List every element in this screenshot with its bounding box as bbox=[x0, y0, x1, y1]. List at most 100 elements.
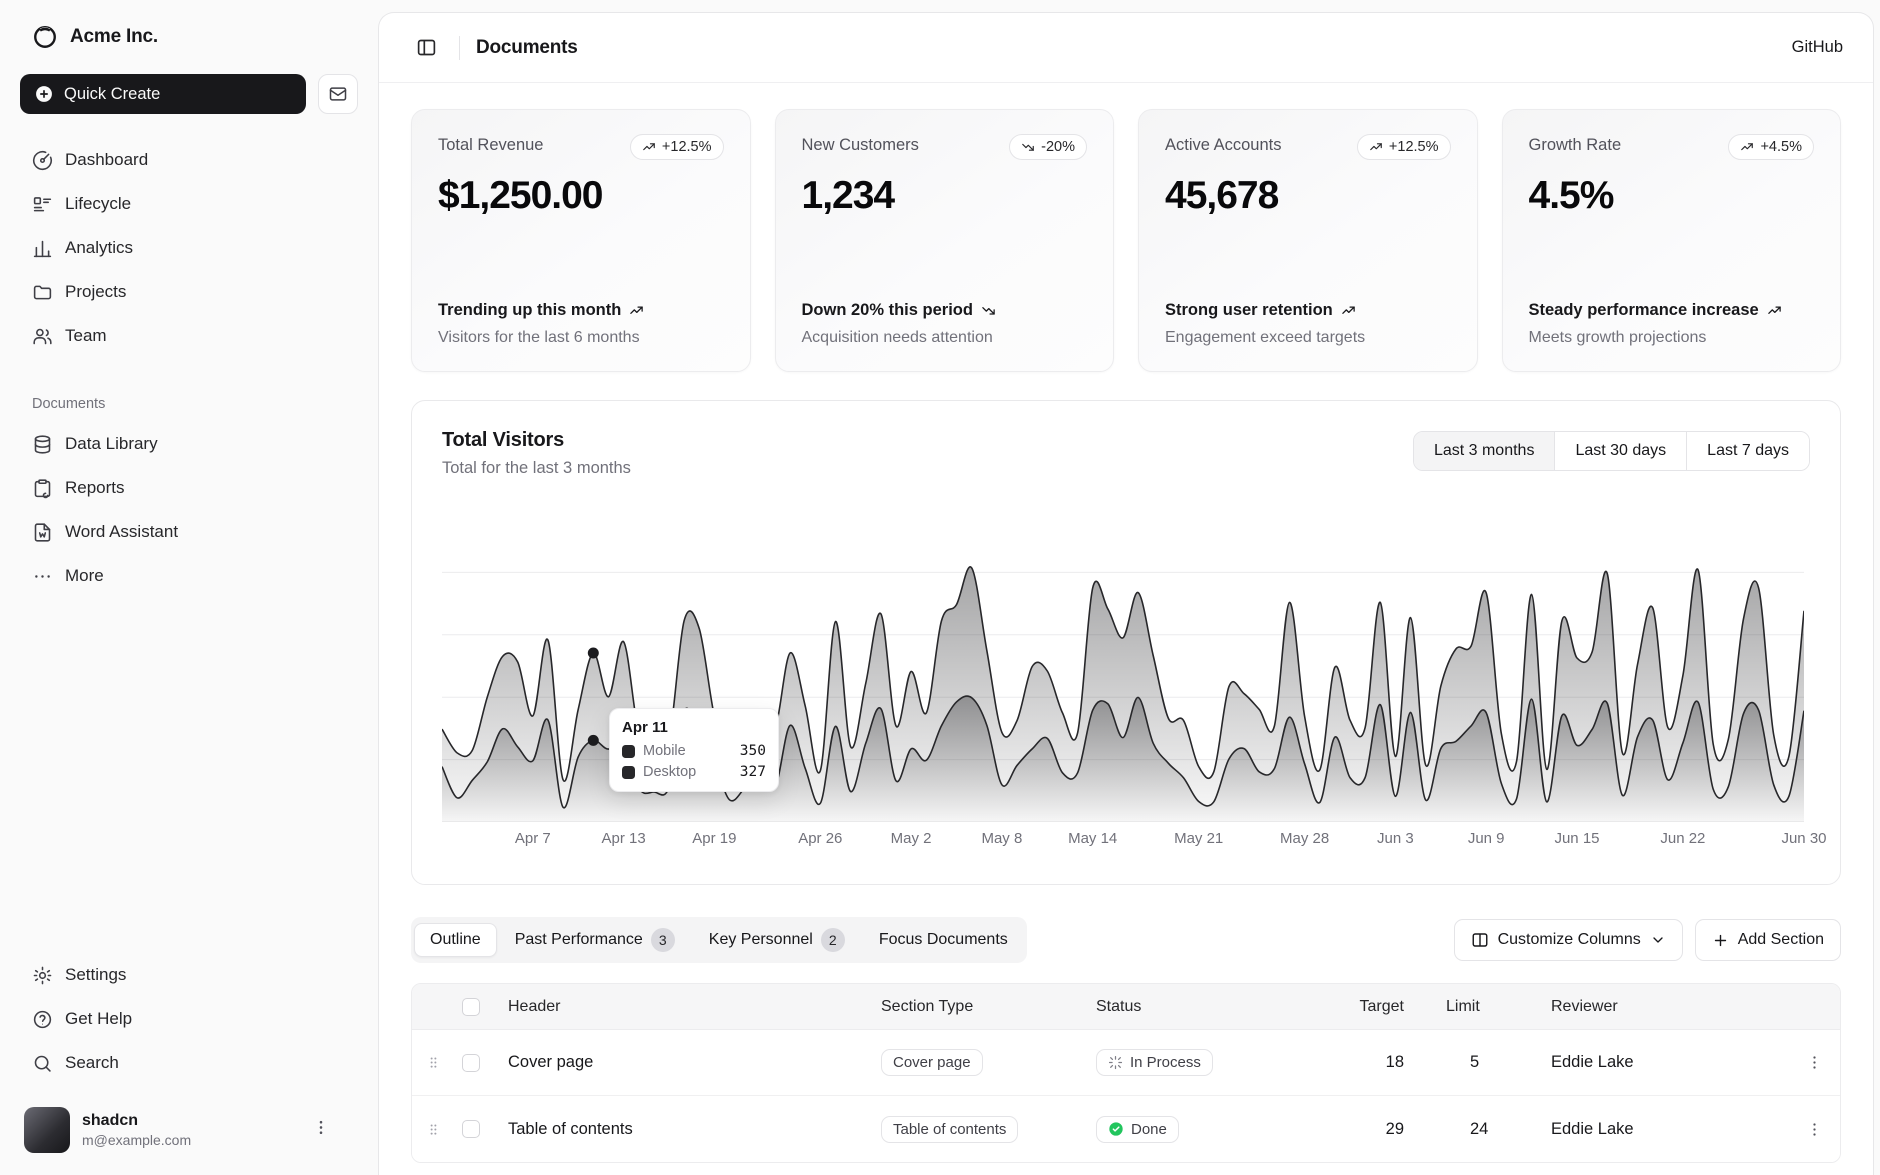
row-reviewer[interactable]: Eddie Lake bbox=[1543, 1053, 1788, 1072]
github-link[interactable]: GitHub bbox=[1792, 38, 1843, 57]
row-target[interactable]: 18 bbox=[1323, 1053, 1438, 1072]
columns-icon bbox=[1471, 931, 1489, 949]
row-checkbox[interactable] bbox=[462, 1054, 480, 1072]
sidebar-item-word-assistant[interactable]: Word Assistant bbox=[20, 510, 358, 554]
search-icon bbox=[32, 1053, 53, 1074]
database-icon bbox=[32, 434, 53, 455]
more-vertical-icon[interactable] bbox=[312, 1118, 330, 1136]
tooltip-row: Mobile 350 bbox=[622, 743, 766, 759]
range-last-7-days[interactable]: Last 7 days bbox=[1686, 432, 1809, 470]
row-limit[interactable]: 5 bbox=[1438, 1053, 1543, 1072]
trend-up-icon bbox=[642, 140, 656, 154]
range-last-3-months[interactable]: Last 3 months bbox=[1414, 432, 1555, 470]
customize-columns-button[interactable]: Customize Columns bbox=[1454, 919, 1683, 961]
card-value: 4.5% bbox=[1529, 174, 1815, 218]
sidebar-item-lifecycle[interactable]: Lifecycle bbox=[20, 182, 358, 226]
drag-handle-icon[interactable] bbox=[420, 1122, 446, 1137]
tab-key-personnel[interactable]: Key Personnel2 bbox=[693, 920, 861, 960]
table-row[interactable]: Cover page Cover page In Process 18 5 Ed… bbox=[412, 1030, 1840, 1096]
card-description: Meets growth projections bbox=[1529, 329, 1815, 347]
row-menu-icon[interactable] bbox=[1796, 1121, 1832, 1138]
drag-handle-icon[interactable] bbox=[420, 1055, 446, 1070]
lifecycle-icon bbox=[32, 194, 53, 215]
sidebar-item-team[interactable]: Team bbox=[20, 314, 358, 358]
card-description: Acquisition needs attention bbox=[802, 329, 1088, 347]
row-reviewer[interactable]: Eddie Lake bbox=[1543, 1120, 1788, 1139]
sidebar-item-label: Lifecycle bbox=[65, 194, 131, 214]
x-tick-label: Jun 9 bbox=[1451, 830, 1521, 847]
row-header[interactable]: Cover page bbox=[500, 1053, 873, 1072]
card-label: New Customers bbox=[802, 134, 919, 155]
sidebar-item-get-help[interactable]: Get Help bbox=[20, 997, 358, 1041]
row-header[interactable]: Table of contents bbox=[500, 1120, 873, 1139]
sidebar-item-reports[interactable]: Reports bbox=[20, 466, 358, 510]
sidebar-item-settings[interactable]: Settings bbox=[20, 953, 358, 997]
x-tick-label: Jun 15 bbox=[1542, 830, 1612, 847]
sidebar-nav-documents: Data Library Reports Word Assistant More bbox=[20, 422, 358, 598]
brand[interactable]: Acme Inc. bbox=[20, 20, 358, 50]
tooltip-date: Apr 11 bbox=[622, 719, 766, 736]
quick-create-button[interactable]: Quick Create bbox=[20, 74, 306, 114]
range-toggle-group: Last 3 monthsLast 30 daysLast 7 days bbox=[1413, 431, 1810, 471]
document-tabs: Outline Past Performance3 Key Personnel2… bbox=[411, 917, 1027, 963]
sidebar-item-analytics[interactable]: Analytics bbox=[20, 226, 358, 270]
range-last-30-days[interactable]: Last 30 days bbox=[1554, 432, 1686, 470]
topbar: Documents GitHub bbox=[379, 13, 1873, 83]
panel-left-icon bbox=[416, 37, 437, 58]
sidebar-item-more[interactable]: More bbox=[20, 554, 358, 598]
sections-table: Header Section Type Status Target Limit … bbox=[411, 983, 1841, 1163]
tab-outline[interactable]: Outline bbox=[414, 923, 497, 957]
series-value: 350 bbox=[740, 743, 766, 759]
sidebar-item-dashboard[interactable]: Dashboard bbox=[20, 138, 358, 182]
tab-past-performance[interactable]: Past Performance3 bbox=[499, 920, 691, 960]
table-row[interactable]: Table of contents Table of contents Done… bbox=[412, 1096, 1840, 1162]
chart-tooltip: Apr 11 Mobile 350 Desktop 327 bbox=[609, 708, 779, 792]
trend-up-icon bbox=[1369, 140, 1383, 154]
card-value: $1,250.00 bbox=[438, 174, 724, 218]
mail-icon bbox=[328, 84, 348, 104]
card-footnote: Steady performance increase bbox=[1529, 300, 1815, 321]
user-menu-row[interactable]: shadcn m@example.com bbox=[20, 1099, 358, 1153]
x-tick-label: Apr 19 bbox=[679, 830, 749, 847]
card-value: 1,234 bbox=[802, 174, 1088, 218]
customize-columns-label: Customize Columns bbox=[1498, 931, 1641, 949]
series-value: 327 bbox=[740, 764, 766, 780]
sidebar-item-label: Dashboard bbox=[65, 150, 148, 170]
sidebar-item-data-library[interactable]: Data Library bbox=[20, 422, 358, 466]
inbox-button[interactable] bbox=[318, 74, 358, 114]
row-target[interactable]: 29 bbox=[1323, 1120, 1438, 1139]
sidebar-toggle-button[interactable] bbox=[409, 31, 443, 65]
metric-cards: Total Revenue +12.5% $1,250.00 Trending … bbox=[411, 109, 1841, 372]
sidebar-item-label: Analytics bbox=[65, 238, 133, 258]
series-label: Mobile bbox=[643, 743, 686, 759]
x-tick-label: Jun 30 bbox=[1769, 830, 1839, 847]
series-swatch bbox=[622, 745, 635, 758]
divider bbox=[459, 36, 460, 60]
gear-icon bbox=[32, 965, 53, 986]
sidebar-item-search[interactable]: Search bbox=[20, 1041, 358, 1085]
users-icon bbox=[32, 326, 53, 347]
trend-badge: +12.5% bbox=[630, 134, 724, 160]
metric-card-2: Active Accounts +12.5% 45,678 Strong use… bbox=[1138, 109, 1478, 372]
row-checkbox[interactable] bbox=[462, 1120, 480, 1138]
card-footnote: Trending up this month bbox=[438, 300, 724, 321]
column-section-type: Section Type bbox=[873, 998, 1088, 1016]
sidebar-section-label: Documents bbox=[20, 396, 358, 412]
sidebar-item-label: Reports bbox=[65, 478, 125, 498]
tab-focus-documents[interactable]: Focus Documents bbox=[863, 923, 1024, 957]
row-menu-icon[interactable] bbox=[1796, 1054, 1832, 1071]
bar-chart-icon bbox=[32, 238, 53, 259]
plus-circle-icon bbox=[34, 84, 54, 104]
card-description: Visitors for the last 6 months bbox=[438, 329, 724, 347]
acme-logo-icon bbox=[32, 24, 58, 50]
tab-count-badge: 3 bbox=[651, 928, 675, 952]
add-section-button[interactable]: Add Section bbox=[1695, 919, 1841, 961]
row-limit[interactable]: 24 bbox=[1438, 1120, 1543, 1139]
page-title: Documents bbox=[476, 37, 578, 59]
area-chart[interactable]: Apr 7Apr 13Apr 19Apr 26May 2May 8May 14M… bbox=[442, 510, 1810, 854]
documents-toolbar: Outline Past Performance3 Key Personnel2… bbox=[411, 917, 1841, 963]
trend-up-icon bbox=[1341, 303, 1356, 318]
card-description: Engagement exceed targets bbox=[1165, 329, 1451, 347]
select-all-checkbox[interactable] bbox=[462, 998, 480, 1016]
sidebar-item-projects[interactable]: Projects bbox=[20, 270, 358, 314]
